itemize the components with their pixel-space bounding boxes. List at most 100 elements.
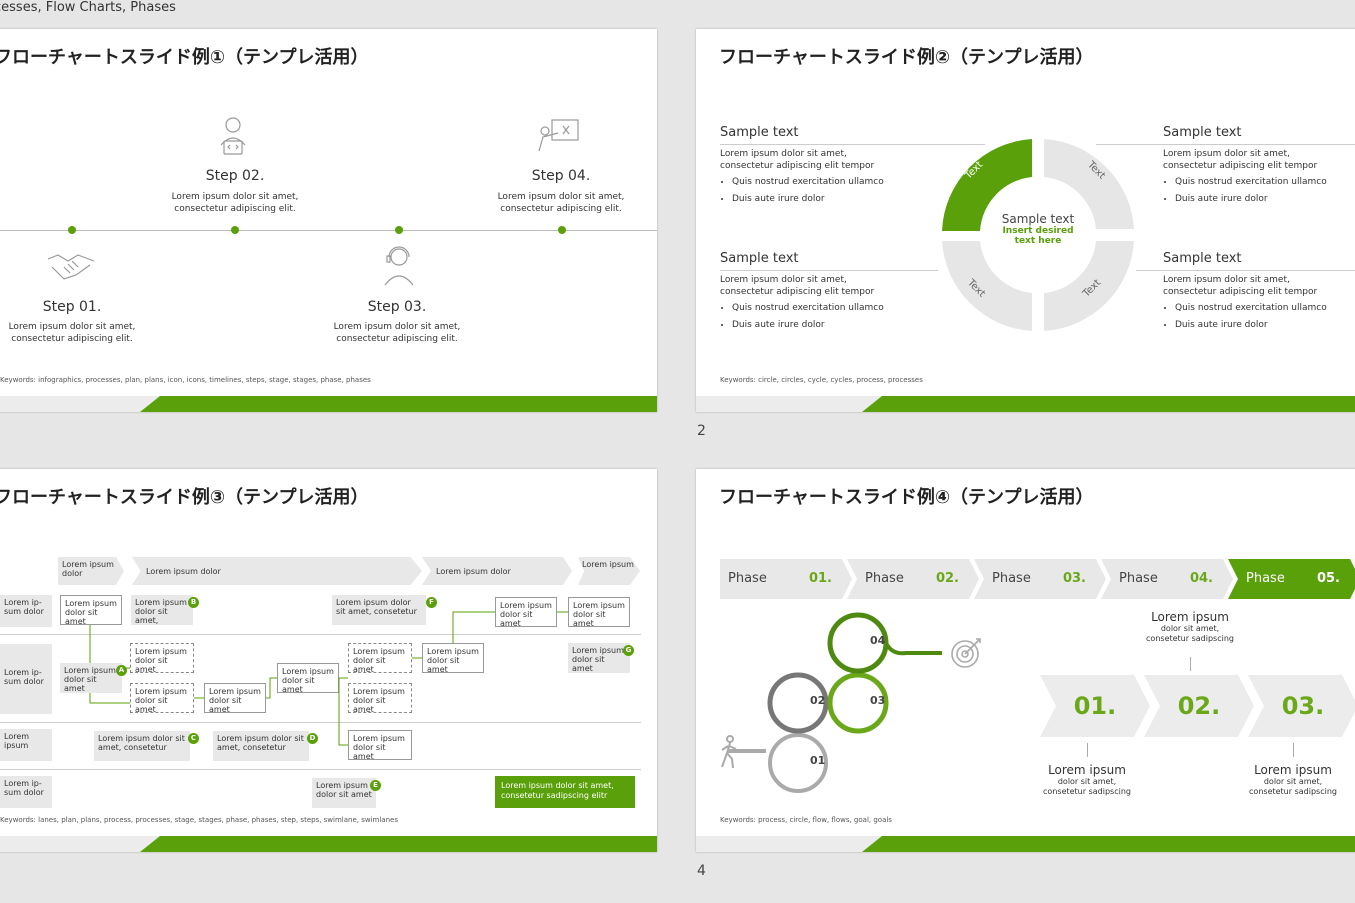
caption-block: Lorem ipsum dolor sit amet, consetetur s… <box>1017 763 1157 797</box>
slide-number: 4 <box>697 863 706 879</box>
timeline-dot <box>68 226 76 234</box>
footer-bar <box>0 836 657 852</box>
footer-bar <box>696 836 1355 852</box>
caption-connector <box>1190 657 1191 671</box>
slide-number: 2 <box>697 423 706 439</box>
step-01-desc: Lorem ipsum dolor sit amet, consectetur … <box>0 321 166 345</box>
section-heading: Sample text <box>720 251 799 266</box>
center-sub: text here <box>1014 236 1062 246</box>
step-01-label: Step 01. <box>42 299 102 315</box>
footer-bar <box>0 396 657 412</box>
bullet: Duis aute irure dolor <box>1175 193 1355 205</box>
desc-line: Lorem ipsum dolor sit amet, <box>171 192 299 202</box>
divider <box>720 270 938 271</box>
keywords: Keywords: lanes, plan, plans, process, p… <box>0 816 398 824</box>
body-line: Lorem ipsum dolor sit amet, <box>720 275 847 285</box>
slide-title: フローチャートスライド例①（テンプレ活用） <box>0 47 369 68</box>
sample-text-section: Sample text Lorem ipsum dolor sit amet, … <box>1163 251 1355 331</box>
phase-label: Phase <box>1246 571 1285 586</box>
desc-line: consectetur adipiscing elit. <box>336 334 458 344</box>
phase-number: 01. <box>808 571 832 586</box>
phase-number: 02. <box>935 571 959 586</box>
step-02-label: Step 02. <box>205 168 265 184</box>
desc-line: Lorem ipsum dolor sit amet, <box>497 192 625 202</box>
step-03-desc: Lorem ipsum dolor sit amet, consectetur … <box>302 321 492 345</box>
caption-block: Lorem ipsum dolor sit amet, consetetur s… <box>1120 610 1260 644</box>
developer-icon <box>216 115 250 159</box>
body-line: consectetur adipiscing elit tempor <box>720 161 875 171</box>
center-title: Sample text <box>1001 212 1075 226</box>
caption-line: consetetur sadipscing <box>1146 634 1234 643</box>
caption-line: consetetur sadipscing <box>1249 787 1337 796</box>
desc-line: consectetur adipiscing elit. <box>11 334 133 344</box>
body-line: Lorem ipsum dolor sit amet, <box>720 149 847 159</box>
section-body: Lorem ipsum dolor sit amet, consectetur … <box>1163 148 1355 205</box>
body-line: Lorem ipsum dolor sit amet, <box>1163 149 1290 159</box>
bullet: Quis nostrud exercitation ullamco <box>1175 302 1355 314</box>
caption-title: Lorem ipsum <box>1151 610 1229 624</box>
step-arrow: 03. <box>1248 675 1355 737</box>
cycle-segment <box>942 241 1032 331</box>
slide-thumbnail-1[interactable]: フローチャートスライド例①（テンプレ活用） Step 02. Lorem ips… <box>0 29 657 412</box>
phase-number: 05. <box>1316 571 1340 586</box>
divider <box>1136 270 1355 271</box>
target-goal-icon <box>950 635 984 669</box>
footer-bar <box>696 396 1355 412</box>
slide-title: フローチャートスライド例④（テンプレ活用） <box>719 487 1094 508</box>
walking-person-icon <box>718 735 740 769</box>
phase-label: Phase <box>728 571 767 586</box>
step-03-label: Step 03. <box>367 299 427 315</box>
keywords: Keywords: circle, circles, cycle, cycles… <box>720 376 923 384</box>
desc-line: consectetur adipiscing elit. <box>174 204 296 214</box>
slide-thumbnail-2[interactable]: フローチャートスライド例②（テンプレ活用） Sample text Lorem … <box>696 29 1355 412</box>
step-arrow: 01. <box>1040 675 1150 737</box>
bullet: Duis aute irure dolor <box>1175 319 1355 331</box>
bullet: Duis aute irure dolor <box>732 319 950 331</box>
body-line: consectetur adipiscing elit tempor <box>720 287 875 297</box>
section-heading: Sample text <box>720 125 799 140</box>
caption-line: consetetur sadipscing <box>1043 787 1131 796</box>
desc-line: consectetur adipiscing elit. <box>500 204 622 214</box>
body-line: Lorem ipsum dolor sit amet, <box>1163 275 1290 285</box>
caption-line: dolor sit amet, <box>1057 777 1117 786</box>
timeline-dot <box>558 226 566 234</box>
desc-line: Lorem ipsum dolor sit amet, <box>8 322 136 332</box>
breadcrumb: cesses, Flow Charts, Phases <box>0 0 176 15</box>
sample-text-section: Sample text Lorem ipsum dolor sit amet, … <box>720 251 950 331</box>
presentation-icon <box>536 117 582 153</box>
center-sub: Insert desired <box>1002 226 1074 236</box>
bullet: Quis nostrud exercitation ullamco <box>1175 176 1355 188</box>
circle-label: 04 <box>870 634 886 647</box>
phase-chevron: Phase 04. <box>1101 559 1233 599</box>
caption-connector <box>1293 743 1294 757</box>
slide-thumbnail-4[interactable]: フローチャートスライド例④（テンプレ活用） Phase 01. Phase 02… <box>696 469 1355 852</box>
path-line <box>884 642 942 656</box>
phase-label: Phase <box>865 571 904 586</box>
keywords: Keywords: infographics, processes, plan,… <box>0 376 371 384</box>
phase-label: Phase <box>1119 571 1158 586</box>
circle-label: 01 <box>810 754 826 767</box>
body-line: consectetur adipiscing elit tempor <box>1163 287 1318 297</box>
step-04-desc: Lorem ipsum dolor sit amet, consectetur … <box>466 191 656 215</box>
phase-chevron-active: Phase 05. <box>1228 559 1355 599</box>
section-body: Lorem ipsum dolor sit amet, consectetur … <box>720 274 950 331</box>
caption-connector <box>1087 743 1088 757</box>
phase-number: 04. <box>1189 571 1213 586</box>
section-body: Lorem ipsum dolor sit amet, consectetur … <box>1163 274 1355 331</box>
handshake-icon <box>46 249 96 285</box>
flow-connectors <box>89 611 568 746</box>
keywords: Keywords: process, circle, flow, flows, … <box>720 816 892 824</box>
slide-thumbnail-3[interactable]: フローチャートスライド例③（テンプレ活用） Lorem ipsum dolor … <box>0 469 657 852</box>
caption-line: dolor sit amet, <box>1160 624 1220 633</box>
sample-text-section: Sample text Lorem ipsum dolor sit amet, … <box>1163 125 1355 205</box>
caption-title: Lorem ipsum <box>1254 763 1332 777</box>
circle-flow-diagram <box>728 612 942 793</box>
slide-title: フローチャートスライド例②（テンプレ活用） <box>719 47 1094 68</box>
step-02-desc: Lorem ipsum dolor sit amet, consectetur … <box>140 191 330 215</box>
sample-text-section: Sample text Lorem ipsum dolor sit amet, … <box>720 125 950 205</box>
cycle-center: Sample text Insert desired text here <box>978 212 1098 246</box>
step-arrow: 02. <box>1144 675 1254 737</box>
section-body: Lorem ipsum dolor sit amet, consectetur … <box>720 148 950 205</box>
phase-number: 03. <box>1062 571 1086 586</box>
caption-block: Lorem ipsum dolor sit amet, consetetur s… <box>1223 763 1355 797</box>
